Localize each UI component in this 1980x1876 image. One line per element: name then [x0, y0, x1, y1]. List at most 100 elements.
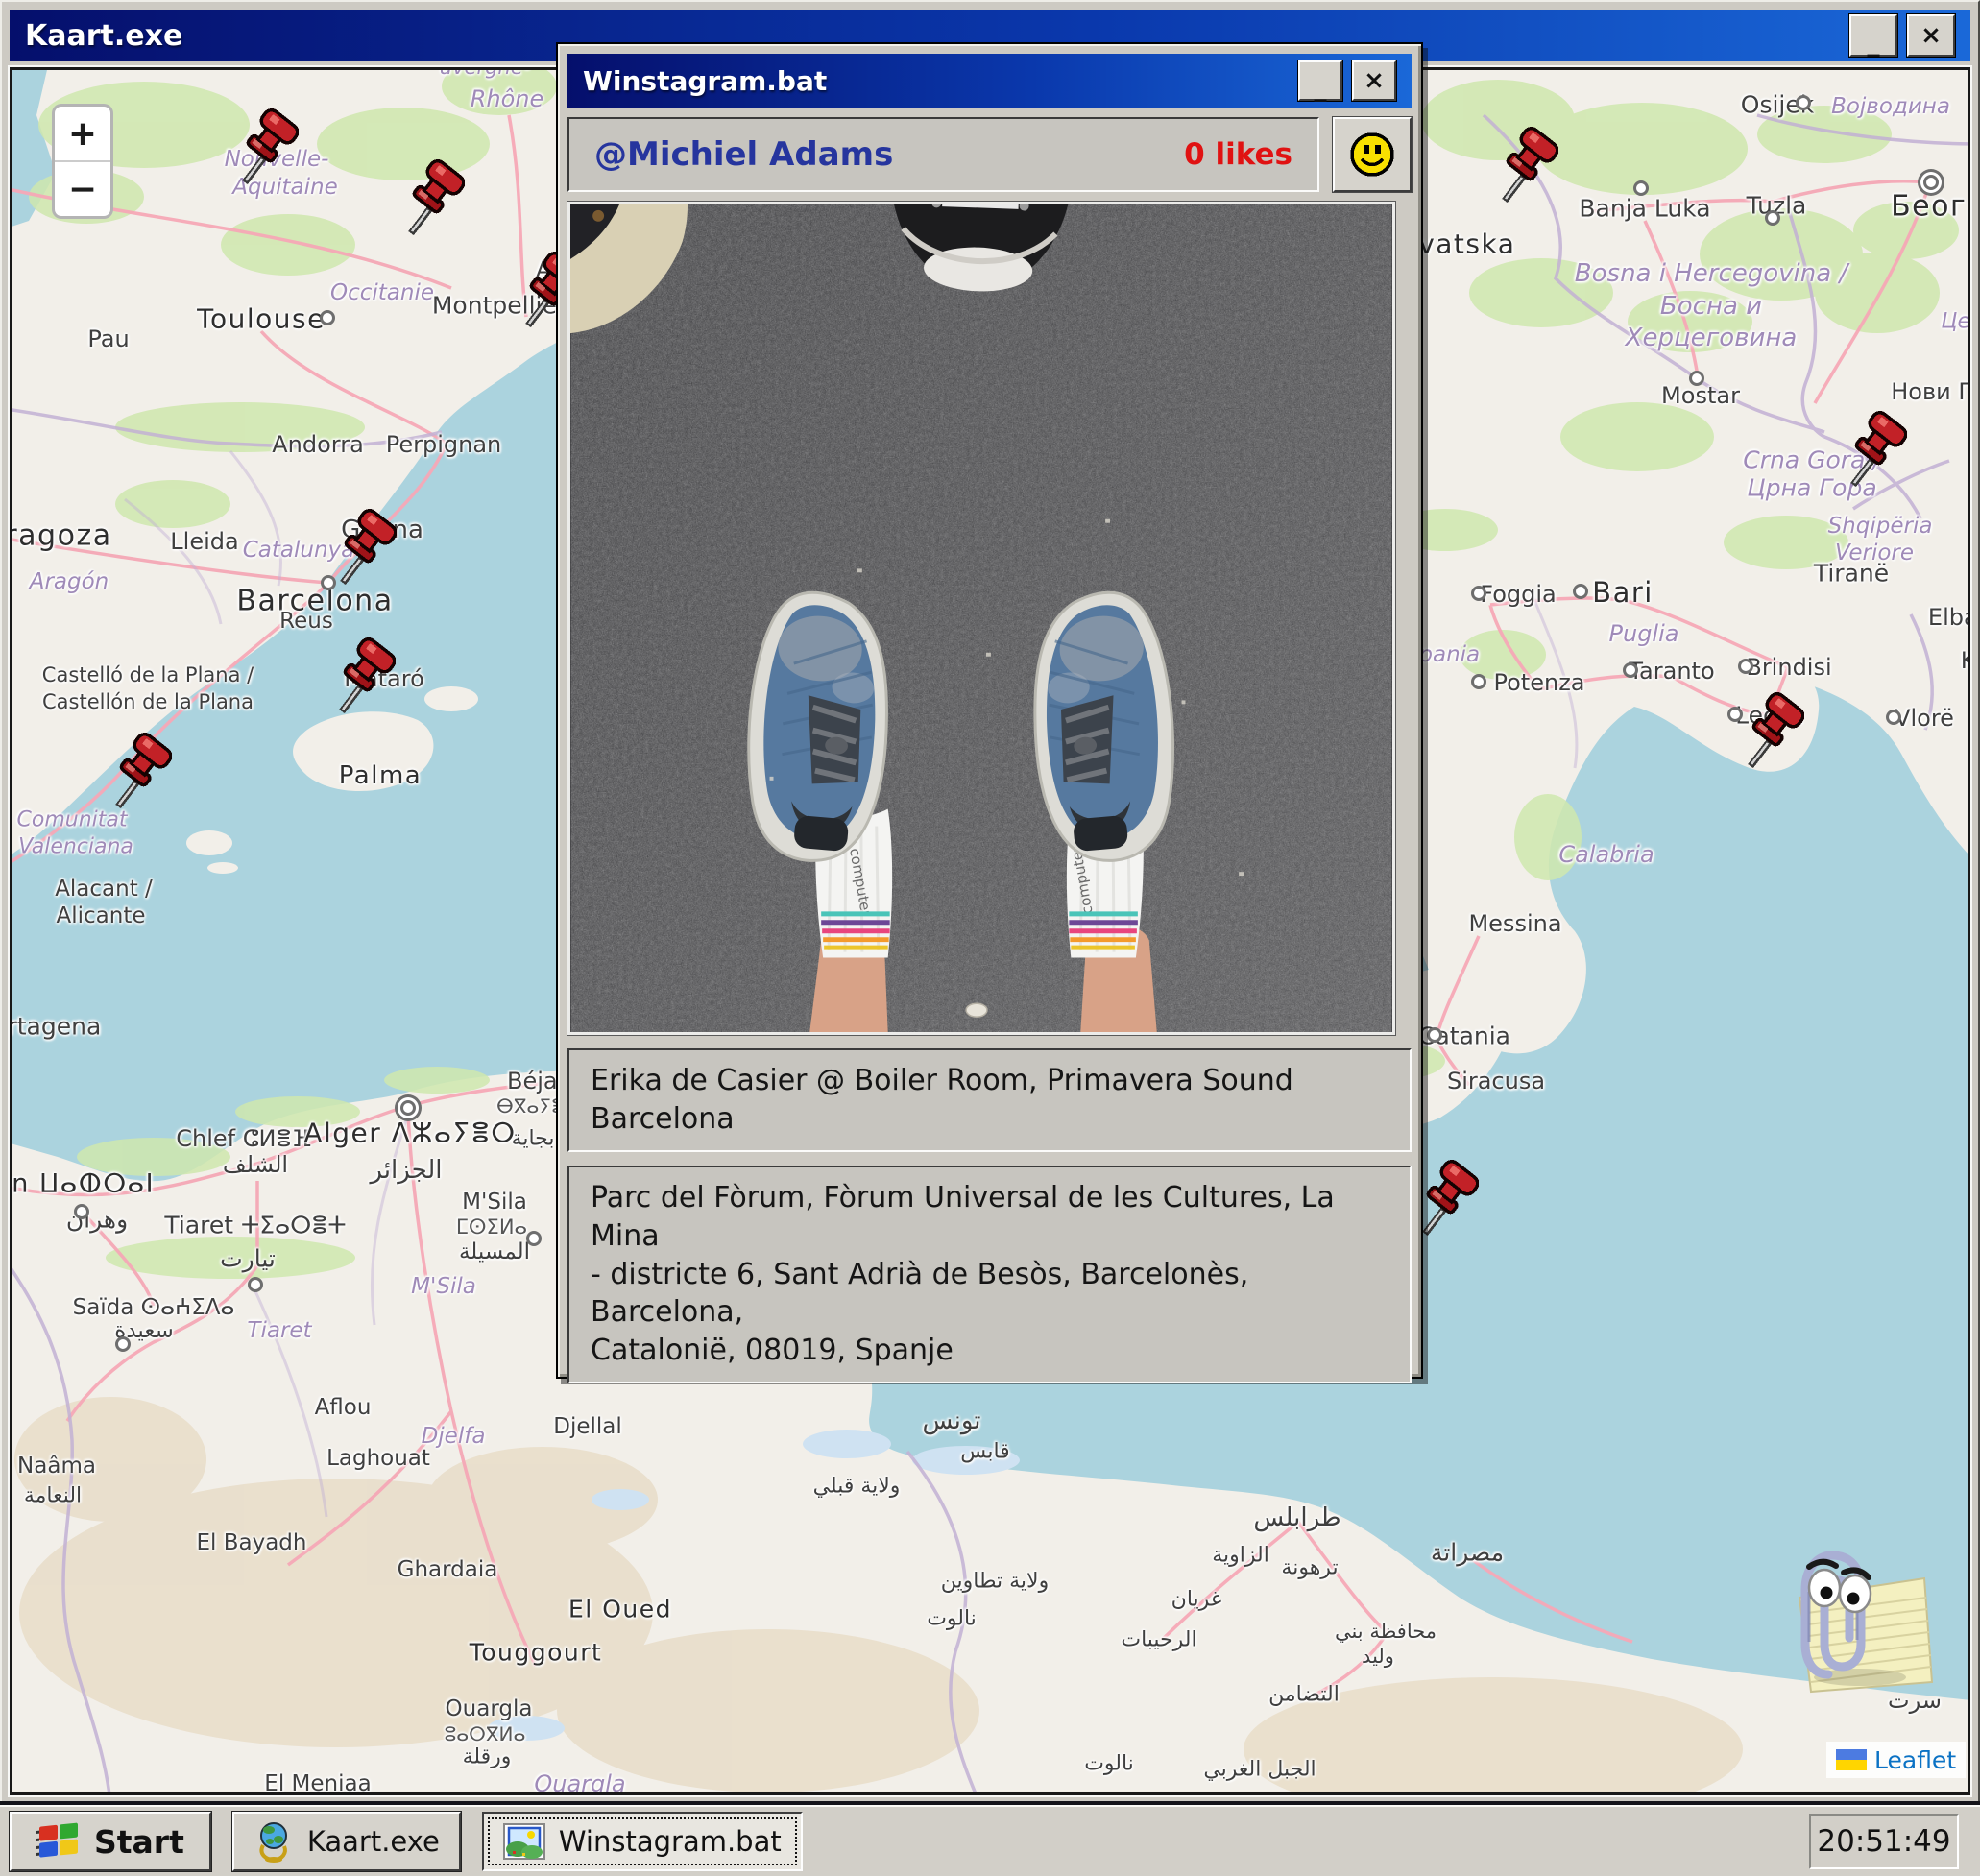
taskbar-item-label: Winstagram.bat — [559, 1825, 782, 1858]
map-label: Херцеговина — [1626, 324, 1798, 352]
city-marker — [74, 1204, 89, 1219]
map-label: Lleida — [170, 528, 238, 555]
map-pin-marker[interactable] — [1497, 126, 1558, 204]
map-label: تونس — [922, 1407, 980, 1435]
post-caption: Erika de Casier @ Boiler Room, Primavera… — [567, 1048, 1412, 1152]
map-label: Djellal — [553, 1414, 622, 1439]
map-pin-marker[interactable] — [334, 637, 396, 715]
winstagram-window: Winstagram.bat _ × @Michiel Adams 0 like… — [556, 42, 1423, 1379]
picture-icon — [503, 1823, 545, 1860]
map-label: الشلف — [223, 1151, 288, 1178]
map-label: Saïda ⵙⴰⵄⵉⴷⴰ — [73, 1295, 235, 1320]
map-label: Perpignan — [386, 431, 502, 458]
map-label: uvergne- — [440, 67, 530, 79]
map-label: Castellón de la Plana — [42, 690, 254, 713]
leaflet-attribution-link[interactable]: Leaflet — [1874, 1746, 1956, 1774]
map-label: Ghardaia — [398, 1557, 498, 1582]
windows-logo-icon — [36, 1821, 81, 1862]
red-pushpin-icon — [237, 108, 299, 186]
zoom-in-button[interactable]: + — [55, 107, 110, 162]
map-pin-marker[interactable] — [237, 108, 299, 186]
map-pin-marker[interactable] — [1846, 410, 1907, 489]
clippy-assistant-icon[interactable] — [1769, 1528, 1942, 1694]
taskbar-item-kaart[interactable]: Kaart.exe — [232, 1812, 461, 1871]
map-label: Occitanie — [330, 280, 434, 305]
map-label: Puglia — [1609, 620, 1679, 647]
map-label: الجبل الغربي — [1203, 1758, 1316, 1782]
map-label: ترهونة — [1281, 1556, 1338, 1580]
map-pin-marker[interactable] — [1417, 1159, 1479, 1238]
map-label: M'Sila — [411, 1274, 476, 1299]
post-photo: computer computer — [567, 202, 1395, 1035]
red-pushpin-icon — [403, 158, 465, 237]
globe-icon — [254, 1820, 294, 1863]
map-label: Comunitat — [17, 808, 128, 832]
map-label: Laghouat — [326, 1446, 430, 1471]
winstagram-minimize-button[interactable]: _ — [1298, 60, 1342, 101]
city-marker — [1573, 584, 1588, 599]
map-label: Oran ⵡⴰⵀⵔⴰⵏ — [10, 1169, 155, 1199]
city-marker — [526, 1231, 542, 1246]
map-label: Босна и — [1660, 292, 1762, 321]
map-label: Valenciana — [18, 835, 133, 859]
start-button[interactable]: Start — [10, 1812, 211, 1871]
post-username: @Michiel Adams — [594, 135, 1184, 174]
winstagram-titlebar[interactable]: Winstagram.bat _ × — [567, 54, 1412, 108]
winstagram-close-button[interactable]: × — [1352, 60, 1396, 101]
city-marker — [1923, 175, 1939, 190]
feet-photo-illustration: computer computer — [570, 204, 1392, 1032]
post-location-address: Parc del Fòrum, Fòrum Universal de les C… — [567, 1166, 1412, 1383]
map-label: Touggourt — [470, 1639, 603, 1667]
map-label: Aragón — [30, 569, 109, 594]
map-label: Ouargla — [534, 1770, 625, 1795]
map-label: غريان — [1171, 1588, 1222, 1612]
map-label: Taranto — [1629, 658, 1714, 685]
map-label: Tiaret — [247, 1318, 311, 1343]
city-marker — [1765, 210, 1780, 226]
map-label: Elbasan — [1928, 604, 1970, 631]
red-pushpin-icon — [335, 508, 397, 587]
post-likes-count: 0 likes — [1184, 137, 1292, 172]
map-label: Војводина — [1831, 94, 1950, 119]
map-label: Pau — [87, 325, 129, 352]
taskbar: Start Kaart.exe Winstagram.bat — [0, 1805, 1980, 1876]
map-label: Alicante — [57, 903, 146, 928]
map-label: Reus — [279, 609, 333, 634]
map-label: Београд — [1891, 190, 1970, 224]
map-label: Нови Пазар — [1891, 378, 1970, 405]
map-label: El Oued — [568, 1596, 672, 1623]
map-label: Potenza — [1494, 669, 1585, 696]
red-pushpin-icon — [334, 637, 396, 715]
map-label: ⵎⵙⵉⵍⴰ — [456, 1215, 527, 1239]
kaart-close-button[interactable]: × — [1907, 14, 1955, 57]
map-label: ورقلة — [463, 1745, 512, 1769]
kaart-minimize-button[interactable]: _ — [1849, 14, 1897, 57]
map-label: النعامة — [24, 1484, 82, 1508]
map-label: نالوت — [1084, 1752, 1134, 1776]
like-smiley-button[interactable] — [1333, 117, 1412, 192]
map-pin-marker[interactable] — [1743, 691, 1804, 770]
map-label: Korçë — [1961, 647, 1970, 674]
red-pushpin-icon — [110, 732, 172, 810]
map-label: Calabria — [1558, 841, 1654, 868]
city-marker — [115, 1336, 131, 1352]
map-zoom-control: + − — [52, 104, 113, 219]
map-label: Castelló de la Plana / — [42, 663, 254, 686]
map-label: Banja Luka — [1579, 195, 1710, 223]
city-marker — [1886, 710, 1901, 725]
map-pin-marker[interactable] — [110, 732, 172, 810]
map-label: الجزائر — [370, 1156, 442, 1185]
winstagram-window-title: Winstagram.bat — [583, 65, 1289, 97]
zoom-out-button[interactable]: − — [55, 162, 110, 216]
map-pin-marker[interactable] — [335, 508, 397, 587]
map-pin-marker[interactable] — [403, 158, 465, 237]
taskbar-item-winstagram[interactable]: Winstagram.bat — [482, 1812, 803, 1871]
map-label: Bari — [1592, 576, 1654, 609]
map-attribution: Leaflet — [1826, 1742, 1966, 1778]
map-label: Ouargla — [446, 1696, 533, 1721]
map-label: Cartagena — [10, 1013, 101, 1041]
map-label: Shqipëria — [1828, 514, 1933, 539]
map-label: تيارت — [220, 1245, 276, 1273]
taskbar-item-label: Kaart.exe — [307, 1825, 440, 1858]
post-header: @Michiel Adams 0 likes — [567, 117, 1319, 192]
